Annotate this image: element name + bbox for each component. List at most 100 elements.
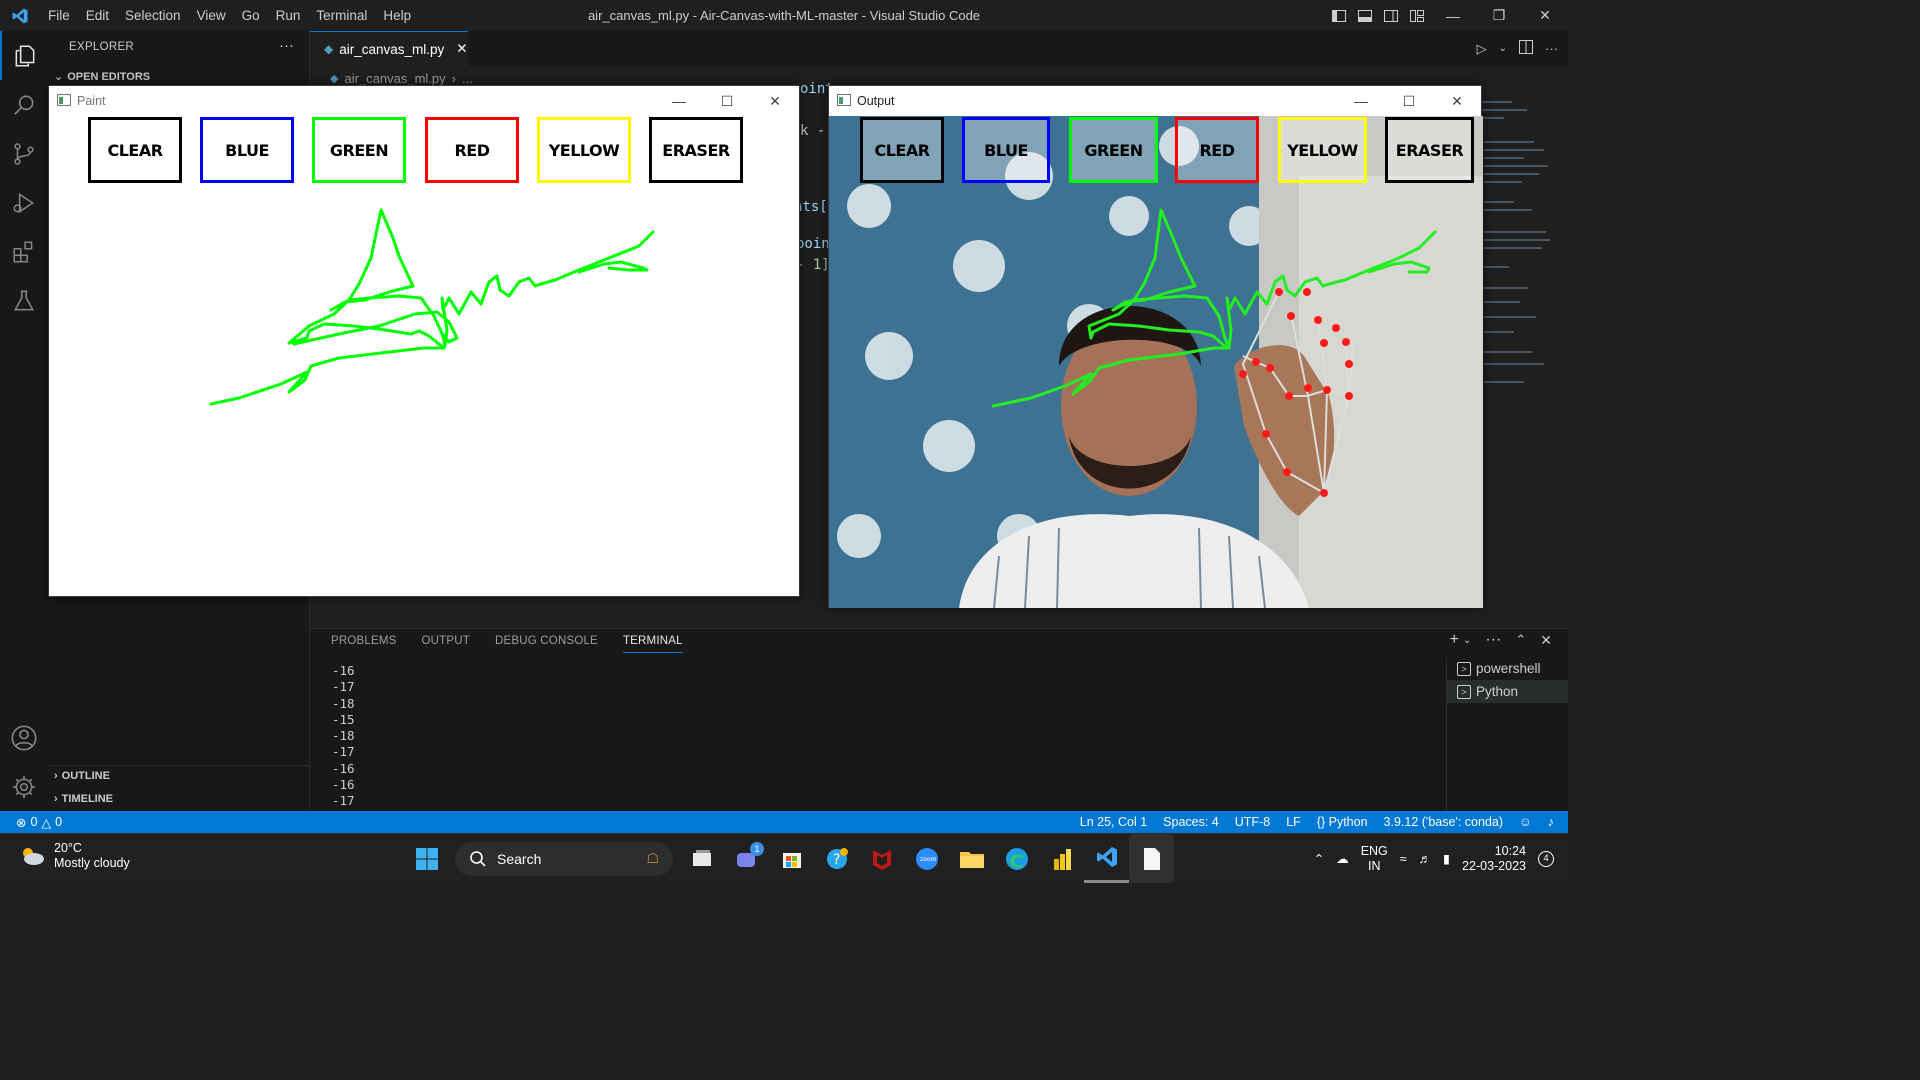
toggle-secondary-sidebar-icon[interactable]: [1378, 0, 1404, 31]
menu-go[interactable]: Go: [234, 0, 268, 31]
notification-count-badge[interactable]: 4: [1538, 850, 1554, 867]
maximize-panel-icon[interactable]: ⌃: [1515, 632, 1526, 648]
windows-start-icon[interactable]: [404, 834, 449, 883]
close-tab-icon[interactable]: ✕: [456, 41, 467, 57]
python-interpreter[interactable]: 3.9.12 ('base': conda): [1384, 815, 1503, 829]
run-python-icon[interactable]: ▷: [1477, 41, 1487, 57]
tab-terminal[interactable]: TERMINAL: [622, 635, 683, 653]
divider: [48, 765, 310, 766]
clock[interactable]: 10:24 22-03-2023: [1462, 844, 1526, 874]
taskbar-search[interactable]: Search ☖: [455, 841, 673, 876]
menu-view[interactable]: View: [189, 0, 234, 31]
breadcrumb-file[interactable]: air_canvas_ml.py: [344, 71, 445, 86]
menu-file[interactable]: File: [40, 0, 78, 31]
warning-icon: △: [41, 815, 52, 830]
outline-header[interactable]: › OUTLINE: [54, 770, 110, 782]
region-code: IN: [1367, 858, 1381, 873]
show-hidden-icons-chevron-up-icon[interactable]: ⌃: [1314, 851, 1324, 866]
explorer-icon[interactable]: [0, 31, 48, 80]
volume-icon[interactable]: ♬: [1419, 852, 1432, 866]
editor-actions: ▷ ⌄ ···: [1477, 31, 1558, 66]
customize-layout-icon[interactable]: [1404, 0, 1430, 31]
terminal-item-powershell[interactable]: > powershell: [1447, 657, 1568, 680]
terminal-icon: >: [1457, 661, 1471, 676]
input-language[interactable]: ENG IN: [1361, 844, 1388, 874]
feedback-icon[interactable]: ☺: [1519, 815, 1532, 829]
svg-text:?: ?: [833, 852, 840, 868]
breadcrumb-more[interactable]: ...: [462, 71, 473, 86]
braces-icon: {}: [1316, 815, 1326, 829]
battery-icon[interactable]: ▮: [1443, 851, 1450, 866]
temperature: 20°C: [54, 841, 82, 855]
onedrive-cloud-icon[interactable]: ☁: [1336, 851, 1349, 866]
indentation[interactable]: Spaces: 4: [1163, 815, 1219, 829]
search-icon[interactable]: [0, 80, 48, 129]
code-fragment: - 1]: [796, 257, 830, 273]
chevron-down-icon[interactable]: ⌄: [1499, 43, 1507, 54]
account-icon[interactable]: [0, 713, 48, 762]
more-actions-icon[interactable]: ···: [279, 37, 294, 54]
power-bi-icon[interactable]: [1039, 834, 1084, 883]
edge-browser-icon[interactable]: [994, 834, 1039, 883]
file-explorer-icon[interactable]: [949, 834, 994, 883]
drawn-stroke: [991, 208, 1437, 408]
teams-chat-icon[interactable]: 1: [724, 834, 769, 883]
zoom-icon[interactable]: zoom: [904, 834, 949, 883]
split-editor-icon[interactable]: [1519, 40, 1533, 57]
run-debug-icon[interactable]: [0, 178, 48, 227]
menu-edit[interactable]: Edit: [78, 0, 117, 31]
source-control-icon[interactable]: [0, 129, 48, 178]
extensions-icon[interactable]: [0, 227, 48, 276]
editor-tab[interactable]: ◆ air_canvas_ml.py ✕: [310, 31, 468, 66]
notepad-icon[interactable]: [1129, 834, 1174, 883]
task-view-icon[interactable]: [679, 834, 724, 883]
menu-terminal[interactable]: Terminal: [308, 0, 375, 31]
new-terminal-icon[interactable]: +: [1450, 631, 1459, 649]
python-file-icon: ◆: [330, 72, 339, 85]
minimap[interactable]: [1482, 91, 1552, 411]
time: 10:24: [1494, 843, 1526, 858]
close-panel-icon[interactable]: ✕: [1540, 632, 1552, 649]
vscode-taskbar-icon[interactable]: [1084, 834, 1129, 883]
problems-indicator[interactable]: ⊗ 0 △ 0: [16, 811, 62, 833]
open-editors-header[interactable]: ⌄ OPEN EDITORS: [54, 70, 150, 84]
terminal-output[interactable]: -16 -17 -18 -15 -18 -17 -16 -16 -17: [332, 663, 355, 810]
minimize-icon[interactable]: —: [1430, 0, 1476, 31]
weather-widget[interactable]: 20°C Mostly cloudy: [18, 841, 130, 871]
chevron-down-icon[interactable]: ⌄: [1463, 635, 1471, 646]
terminal-item-python[interactable]: > Python: [1447, 680, 1568, 703]
encoding[interactable]: UTF-8: [1235, 815, 1270, 829]
menu-help[interactable]: Help: [375, 0, 419, 31]
tab-output[interactable]: OUTPUT: [422, 635, 470, 653]
restore-icon[interactable]: ❐: [1476, 0, 1522, 31]
notifications-bell-icon[interactable]: ♪: [1548, 815, 1554, 829]
date: 22-03-2023: [1462, 858, 1526, 873]
tab-problems[interactable]: PROBLEMS: [331, 635, 397, 653]
close-icon[interactable]: ✕: [1522, 0, 1568, 31]
microsoft-store-icon[interactable]: [769, 834, 814, 883]
language-mode[interactable]: {} Python: [1317, 815, 1368, 829]
taskbar-apps: Search ☖ 1 ? zoom: [404, 834, 1174, 883]
menu-run[interactable]: Run: [268, 0, 309, 31]
get-help-icon[interactable]: ?: [814, 834, 859, 883]
cursor-position[interactable]: Ln 25, Col 1: [1080, 815, 1147, 829]
tab-debug-console[interactable]: DEBUG CONSOLE: [495, 635, 598, 653]
more-actions-icon[interactable]: ···: [1545, 41, 1558, 56]
title-bar: File Edit Selection View Go Run Terminal…: [0, 0, 1568, 31]
mcafee-icon[interactable]: [859, 834, 904, 883]
end-of-line[interactable]: LF: [1286, 815, 1301, 829]
warning-count: 0: [55, 815, 63, 829]
weather-condition: Mostly cloudy: [54, 856, 130, 870]
paint-canvas[interactable]: [49, 86, 801, 598]
panel-actions: + ⌄ ··· ⌃ ✕: [1450, 631, 1552, 649]
toggle-sidebar-icon[interactable]: [1326, 0, 1352, 31]
settings-gear-icon[interactable]: [0, 762, 48, 811]
toggle-panel-icon[interactable]: [1352, 0, 1378, 31]
more-actions-icon[interactable]: ···: [1485, 631, 1501, 649]
menu-selection[interactable]: Selection: [117, 0, 189, 31]
chevron-right-icon: ›: [54, 770, 58, 782]
testing-icon[interactable]: [0, 276, 48, 325]
wifi-icon[interactable]: ≈: [1400, 852, 1407, 866]
terminal-line: -17: [332, 793, 355, 809]
timeline-header[interactable]: › TIMELINE: [54, 793, 113, 805]
